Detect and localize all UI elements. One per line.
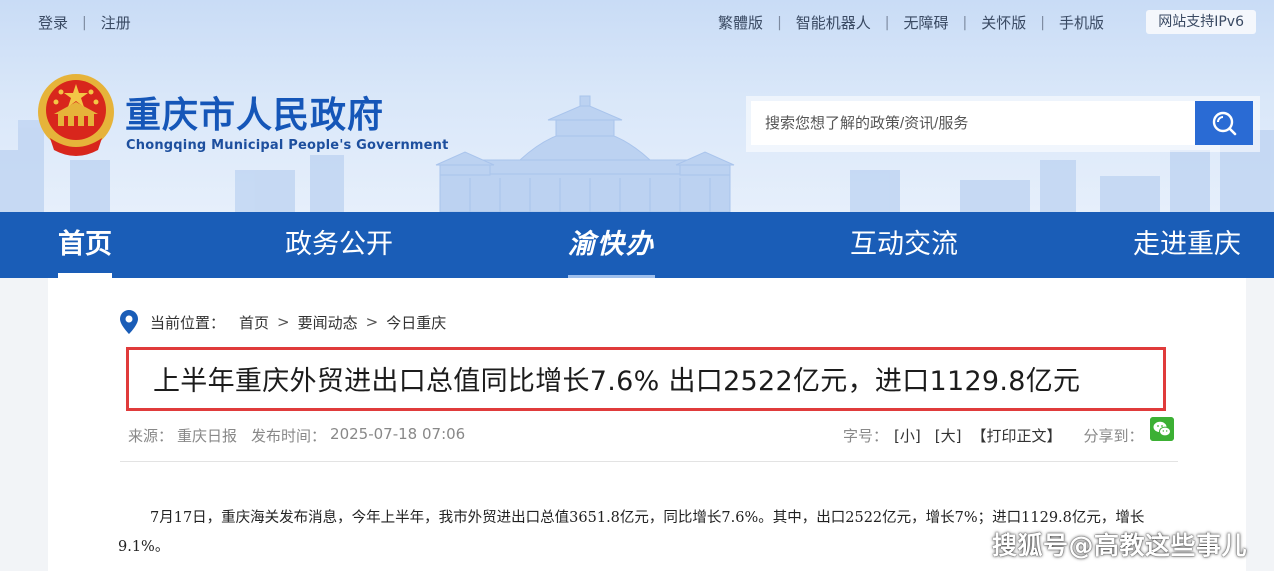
highlight-box: 上半年重庆外贸进出口总值同比增长7.6% 出口2522亿元，进口1129.8亿元 [126,347,1166,411]
breadcrumb-home[interactable]: 首页 [239,312,269,333]
published-value: 2025-07-18 07:06 [330,425,466,443]
site-header: 登录 | 注册 繁體版 | 智能机器人 | 无障碍 | 关怀版 | 手机版 网站… [0,0,1274,212]
article-tools: 字号： [小] [大] 【打印正文】 分享到： [843,425,1143,446]
ipv6-badge: 网站支持IPv6 [1146,10,1256,34]
top-bar: 登录 | 注册 繁體版 | 智能机器人 | 无障碍 | 关怀版 | 手机版 网站… [0,0,1274,44]
nav-about-chongqing[interactable]: 走进重庆 [1133,212,1241,278]
search-input[interactable] [751,101,1195,145]
divider: | [777,14,782,31]
smart-robot-link[interactable]: 智能机器人 [796,12,871,33]
divider: | [962,14,968,31]
print-button[interactable]: 【打印正文】 [971,425,1061,446]
site-subtitle: Chongqing Municipal People's Government [126,138,449,153]
nav-government-affairs-label: 政务公开 [285,229,393,260]
share-label: 分享到： [1083,427,1144,445]
breadcrumb-separator: > [365,313,379,331]
site-title[interactable]: 重庆市人民政府 [125,86,384,138]
source-value: 重庆日报 [177,427,238,445]
national-emblem-icon[interactable] [36,72,116,156]
accessibility-link[interactable]: 无障碍 [904,12,949,33]
font-large-button[interactable]: [大] [935,425,962,446]
register-link[interactable]: 注册 [101,12,131,33]
divider: | [82,14,87,31]
nav-yukuaiban-label: 渝快办 [568,229,655,260]
article-title: 上半年重庆外贸进出口总值同比增长7.6% 出口2522亿元，进口1129.8亿元 [153,366,1081,397]
breadcrumb-today-chongqing[interactable]: 今日重庆 [386,312,446,333]
search-button[interactable] [1195,101,1253,145]
wechat-icon[interactable] [1150,417,1174,441]
utility-links: 繁體版 | 智能机器人 | 无障碍 | 关怀版 | 手机版 [718,12,1104,33]
nav-interaction-label: 互动交流 [850,229,958,260]
nav-government-affairs[interactable]: 政务公开 [285,212,393,278]
login-link[interactable]: 登录 [38,12,68,33]
source-label: 来源： [128,427,174,445]
traditional-chinese-link[interactable]: 繁體版 [718,12,763,33]
search-bar [746,96,1260,152]
nav-about-chongqing-label: 走进重庆 [1133,229,1241,260]
location-pin-icon [120,310,138,334]
article-meta: 来源： 重庆日报 发布时间： 2025-07-18 07:06 [128,425,469,446]
watermark: 搜狐号@高教这些事儿 [992,531,1248,560]
nav-home[interactable]: 首页 [58,212,112,278]
nav-home-label: 首页 [58,229,112,260]
search-icon [1212,111,1237,136]
font-size-label: 字号： [843,427,889,445]
divider [120,461,1178,462]
breadcrumb: 当前位置： 首页 > 要闻动态 > 今日重庆 [120,310,446,334]
font-small-button[interactable]: [小] [894,425,921,446]
mobile-link[interactable]: 手机版 [1059,12,1104,33]
elderly-care-link[interactable]: 关怀版 [981,12,1026,33]
account-links: 登录 | 注册 [38,12,131,33]
divider: | [884,14,890,31]
breadcrumb-separator: > [277,313,290,331]
main-nav: 首页 政务公开 渝快办 互动交流 走进重庆 [0,212,1274,278]
nav-yukuaiban[interactable]: 渝快办 [568,212,655,278]
breadcrumb-news[interactable]: 要闻动态 [298,312,358,333]
breadcrumb-label: 当前位置： [150,313,226,332]
nav-interaction[interactable]: 互动交流 [850,212,958,278]
divider: | [1040,14,1045,31]
published-label: 发布时间： [251,427,327,445]
